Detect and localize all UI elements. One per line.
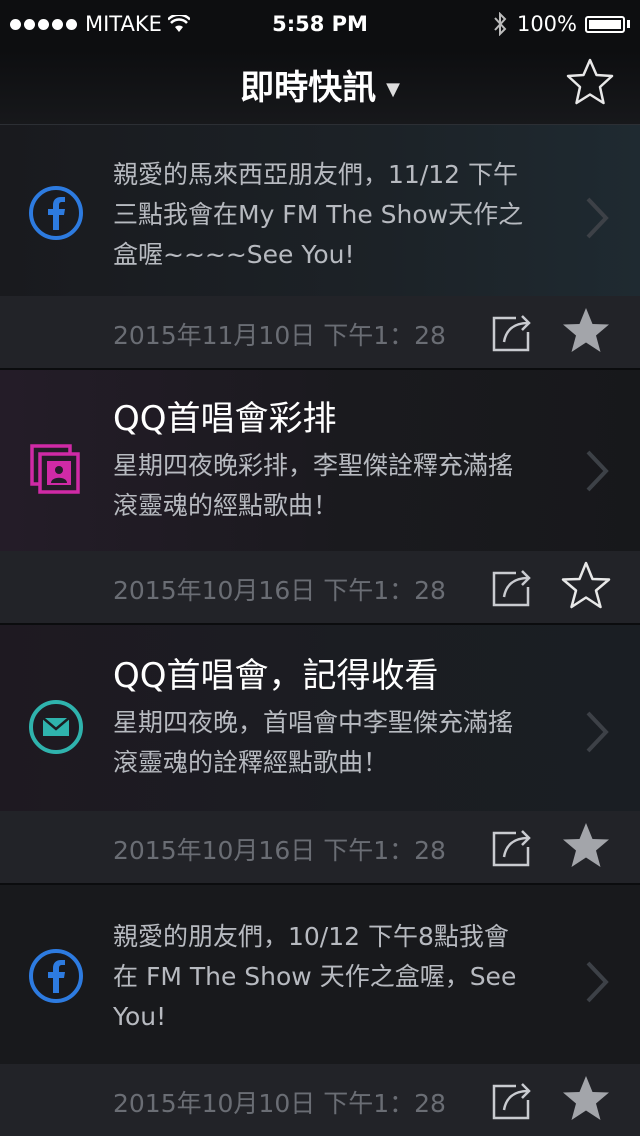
item-line: 親愛的馬來西亞朋友們，11/12 下午 [113, 160, 518, 189]
share-icon[interactable] [490, 310, 536, 354]
item-text: QQ首唱會，記得收看 星期四夜晚，首唱會中李聖傑充滿搖 滾靈魂的詮釋經點歌曲！ [113, 655, 573, 783]
item-line: 滾靈魂的詮釋經點歌曲！ [113, 748, 389, 777]
item-line: You! [113, 1002, 167, 1031]
battery-percent: 100% [516, 12, 577, 36]
caret-down-icon: ▼ [386, 79, 400, 100]
star-filled-icon[interactable] [560, 306, 612, 356]
nav-title-button[interactable]: 即時快訊 ▼ [0, 60, 640, 109]
card-body[interactable]: QQ首唱會，記得收看 星期四夜晚，首唱會中李聖傑充滿搖 滾靈魂的詮釋經點歌曲！ [0, 625, 640, 811]
item-line: 三點我會在My FM The Show天作之 [113, 200, 524, 229]
battery-icon [585, 15, 625, 33]
battery-cap [627, 20, 630, 28]
facebook-icon [29, 949, 83, 1003]
card-footer: 2015年10月16日 下午1：28 [0, 811, 640, 883]
item-text: QQ首唱會彩排 星期四夜晚彩排，李聖傑詮釋充滿搖 滾靈魂的經點歌曲！ [113, 398, 573, 526]
item-title: QQ首唱會彩排 [113, 399, 337, 439]
star-filled-icon[interactable] [560, 821, 612, 871]
list-item[interactable]: QQ首唱會，記得收看 星期四夜晚，首唱會中李聖傑充滿搖 滾靈魂的詮釋經點歌曲！ … [0, 625, 640, 885]
item-text: 親愛的馬來西亞朋友們，11/12 下午 三點我會在My FM The Show天… [113, 155, 573, 275]
status-right: 100% [493, 12, 630, 36]
item-line: 在 FM The Show 天作之盒喔，See [113, 962, 517, 991]
chevron-right-icon [586, 450, 609, 492]
item-date: 2015年10月10日 下午1：28 [113, 1089, 446, 1118]
share-icon[interactable] [490, 1078, 536, 1122]
mail-icon [29, 700, 83, 754]
list-item[interactable]: 親愛的朋友們，10/12 下午8點我會 在 FM The Show 天作之盒喔，… [0, 885, 640, 1136]
chevron-right-icon [586, 711, 609, 753]
item-text: 親愛的朋友們，10/12 下午8點我會 在 FM The Show 天作之盒喔，… [113, 917, 573, 1037]
item-line: 親愛的朋友們，10/12 下午8點我會 [113, 922, 509, 951]
status-bar: MITAKE 5:58 PM 100% [0, 0, 640, 50]
card-footer: 2015年10月16日 下午1：28 [0, 551, 640, 623]
bluetooth-icon [494, 12, 507, 36]
nav-title: 即時快訊 [240, 68, 377, 108]
card-body[interactable]: QQ首唱會彩排 星期四夜晚彩排，李聖傑詮釋充滿搖 滾靈魂的經點歌曲！ [0, 370, 640, 551]
item-line: 星期四夜晚，首唱會中李聖傑充滿搖 [113, 708, 514, 737]
share-icon[interactable] [490, 565, 536, 609]
nav-bar: 即時快訊 ▼ [0, 50, 640, 125]
share-icon[interactable] [490, 825, 536, 869]
item-line: 星期四夜晚彩排，李聖傑詮釋充滿搖 [113, 451, 514, 480]
chevron-right-icon [586, 961, 609, 1003]
card-body[interactable]: 親愛的朋友們，10/12 下午8點我會 在 FM The Show 天作之盒喔，… [0, 885, 640, 1064]
item-date: 2015年11月10日 下午1：28 [113, 321, 446, 350]
card-body[interactable]: 親愛的馬來西亞朋友們，11/12 下午 三點我會在My FM The Show天… [0, 125, 640, 296]
item-title: QQ首唱會，記得收看 [113, 656, 439, 696]
item-line: 盒喔~~~~See You! [113, 240, 355, 269]
photo-icon [30, 444, 80, 494]
item-date: 2015年10月16日 下午1：28 [113, 836, 446, 865]
item-date: 2015年10月16日 下午1：28 [113, 576, 446, 605]
facebook-icon [29, 186, 83, 240]
chevron-right-icon [586, 197, 609, 239]
item-line: 滾靈魂的經點歌曲！ [113, 491, 339, 520]
star-filled-icon[interactable] [560, 1074, 612, 1124]
star-outline-icon[interactable] [564, 56, 616, 108]
list-item[interactable]: QQ首唱會彩排 星期四夜晚彩排，李聖傑詮釋充滿搖 滾靈魂的經點歌曲！ 2015年… [0, 370, 640, 625]
list-item[interactable]: 親愛的馬來西亞朋友們，11/12 下午 三點我會在My FM The Show天… [0, 125, 640, 370]
card-footer: 2015年10月10日 下午1：28 [0, 1064, 640, 1136]
card-footer: 2015年11月10日 下午1：28 [0, 296, 640, 368]
star-outline-icon[interactable] [560, 561, 612, 611]
